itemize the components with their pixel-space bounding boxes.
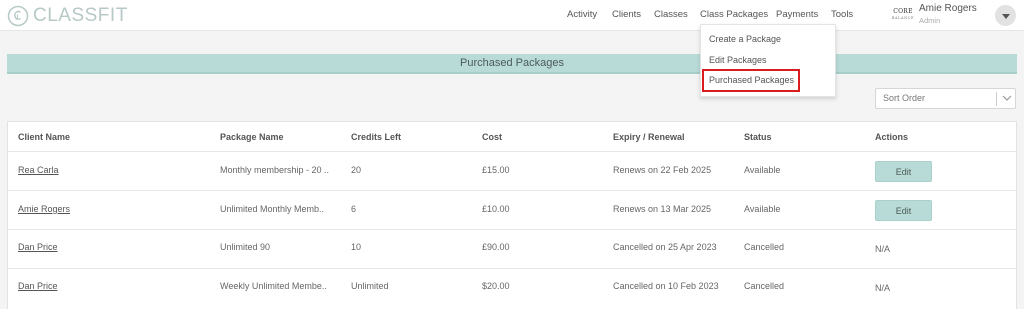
dropdown-item-edit-packages[interactable]: Edit Packages (709, 55, 767, 65)
client-name-link[interactable]: Rea Carla (18, 165, 59, 175)
status: Cancelled (744, 281, 785, 291)
status: Cancelled (744, 242, 785, 252)
expiry-renewal: Cancelled on 10 Feb 2023 (613, 281, 719, 291)
table-row: Dan Price Unlimited 90 10 £90.00 Cancell… (8, 230, 1016, 269)
user-role: Admin (919, 16, 941, 25)
credits-left: 10 (351, 242, 362, 252)
status: Available (744, 165, 781, 175)
sort-order-label: Sort Order (883, 93, 926, 103)
cost: £15.00 (482, 165, 510, 175)
package-name: Monthly membership - 20 .. (220, 165, 330, 175)
table-row: Dan Price Weekly Unlimited Membe.. Unlim… (8, 269, 1016, 309)
action-na: N/A (875, 244, 891, 254)
header-expiry-renewal: Expiry / Renewal (613, 132, 685, 142)
header-client-name: Client Name (18, 132, 71, 142)
swirl-c-logo-icon (7, 5, 29, 27)
header-actions: Actions (875, 132, 909, 142)
package-name: Weekly Unlimited Membe.. (220, 281, 327, 291)
nav-class-packages[interactable]: Class Packages (700, 9, 768, 20)
user-name: Amie Rogers (919, 3, 977, 14)
packages-table: Client Name Package Name Credits Left Co… (7, 121, 1017, 309)
header-credits-left: Credits Left (351, 132, 402, 142)
studio-brand-logo: CORE BALANCE (890, 8, 916, 22)
chevron-down-icon (1002, 95, 1012, 101)
table-row: Amie Rogers Unlimited Monthly Memb.. 6 £… (8, 191, 1016, 230)
cost: £10.00 (482, 204, 510, 214)
top-navbar: CLASSFIT Activity Clients Classes Class … (0, 0, 1024, 31)
expiry-renewal: Renews on 22 Feb 2025 (613, 165, 712, 175)
purchased-packages-highlight-box (702, 69, 800, 92)
edit-button[interactable]: Edit (875, 161, 932, 182)
expiry-renewal: Cancelled on 25 Apr 2023 (613, 242, 717, 252)
caret-down-icon (1001, 14, 1010, 19)
table-row: Rea Carla Monthly membership - 20 .. 20 … (8, 152, 1016, 191)
header-cost: Cost (482, 132, 502, 142)
nav-classes[interactable]: Classes (654, 9, 688, 20)
logo-text: CLASSFIT (33, 5, 128, 26)
client-name-link[interactable]: Dan Price (18, 281, 58, 291)
studio-brand-line1: CORE (893, 8, 913, 15)
package-name: Unlimited 90 (220, 242, 271, 252)
action-na: N/A (875, 283, 891, 293)
credits-left: Unlimited (351, 281, 389, 291)
header-status: Status (744, 132, 772, 142)
nav-tools[interactable]: Tools (831, 9, 853, 20)
select-separator (996, 92, 997, 106)
app-logo[interactable]: CLASSFIT (7, 4, 128, 28)
page-title-band: Purchased Packages (7, 54, 1017, 74)
nav-payments[interactable]: Payments (776, 9, 818, 20)
table-header-row: Client Name Package Name Credits Left Co… (8, 122, 1016, 152)
header-package-name: Package Name (220, 132, 284, 142)
dropdown-item-create-package[interactable]: Create a Package (709, 34, 781, 44)
credits-left: 20 (351, 165, 362, 175)
edit-button[interactable]: Edit (875, 200, 932, 221)
user-menu-button[interactable] (995, 5, 1016, 26)
package-name: Unlimited Monthly Memb.. (220, 204, 325, 214)
studio-brand-line2: BALANCE (891, 16, 915, 20)
client-name-link[interactable]: Amie Rogers (18, 204, 70, 214)
nav-clients[interactable]: Clients (612, 9, 641, 20)
cost: $20.00 (482, 281, 510, 291)
status: Available (744, 204, 781, 214)
client-name-link[interactable]: Dan Price (18, 242, 58, 252)
expiry-renewal: Renews on 13 Mar 2025 (613, 204, 712, 214)
page-title: Purchased Packages (460, 57, 564, 69)
cost: £90.00 (482, 242, 510, 252)
nav-activity[interactable]: Activity (567, 9, 597, 20)
sort-order-select[interactable]: Sort Order (875, 88, 1016, 109)
credits-left: 6 (351, 204, 357, 214)
